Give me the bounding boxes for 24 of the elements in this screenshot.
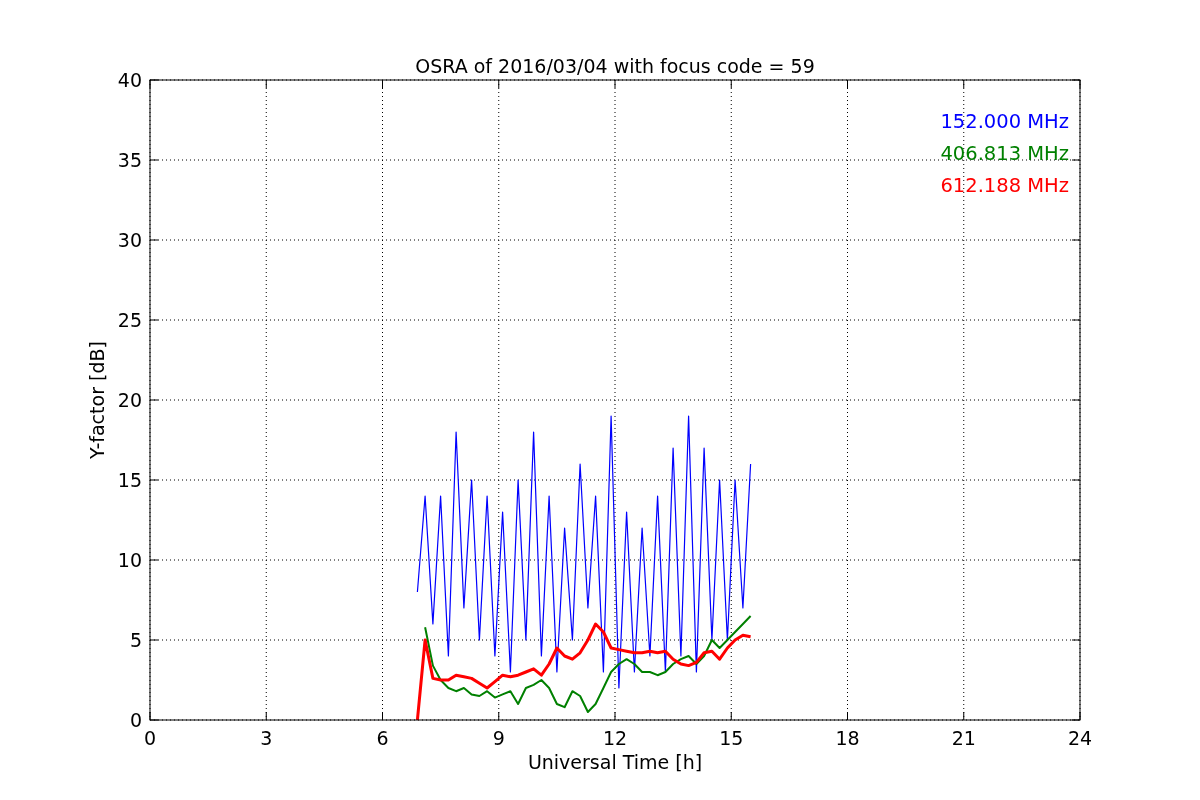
y-tick-label: 25 <box>117 309 142 331</box>
x-tick-label: 15 <box>719 727 744 749</box>
y-tick-label: 15 <box>117 469 142 491</box>
legend-label: 612.188 MHz <box>940 174 1069 197</box>
x-tick-label: 9 <box>492 727 505 749</box>
x-axis-label: Universal Time [h] <box>527 751 703 773</box>
y-tick-label: 40 <box>117 69 142 91</box>
y-axis-label: Y-factor [dB] <box>86 341 108 459</box>
x-tick-label: 3 <box>260 727 273 749</box>
chart-title: OSRA of 2016/03/04 with focus code = 59 <box>415 55 815 77</box>
y-tick-label: 35 <box>117 149 142 171</box>
legend-label: 152.000 MHz <box>940 110 1069 133</box>
x-tick-label: 6 <box>376 727 389 749</box>
x-tick-label: 12 <box>602 727 628 749</box>
y-tick-label: 30 <box>117 229 142 251</box>
x-tick-label: 24 <box>1067 727 1093 749</box>
x-tick-label: 0 <box>143 727 157 749</box>
y-tick-label: 20 <box>117 389 142 411</box>
x-tick-label: 21 <box>951 727 976 749</box>
y-tick-label: 5 <box>129 629 142 651</box>
y-tick-label: 0 <box>129 709 142 731</box>
legend-label: 406.813 MHz <box>940 142 1069 165</box>
x-tick-label: 18 <box>835 727 860 749</box>
y-tick-label: 10 <box>117 549 142 571</box>
